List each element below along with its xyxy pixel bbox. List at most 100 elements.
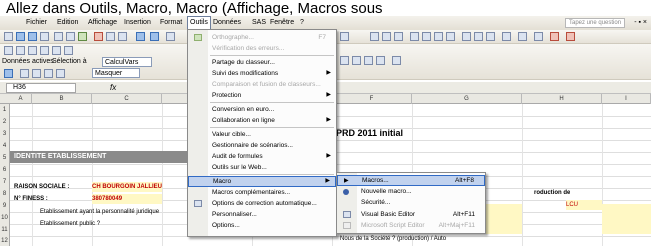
- menu-help[interactable]: ?: [298, 16, 306, 30]
- submenu-item-macros[interactable]: ▶ Macros... Alt+F8: [337, 175, 485, 186]
- column-header[interactable]: B: [32, 94, 92, 104]
- help-icon[interactable]: [392, 56, 401, 65]
- row-header[interactable]: 8: [0, 188, 9, 200]
- bold-icon[interactable]: [370, 32, 379, 41]
- menu-item-correction-auto[interactable]: Options de correction automatique...: [188, 198, 336, 209]
- column-header[interactable]: F: [332, 94, 412, 104]
- row-header[interactable]: 2: [0, 116, 9, 128]
- font-color-icon[interactable]: [566, 32, 575, 41]
- menu-item-comparaison[interactable]: Comparaison et fusion de classeurs...: [188, 79, 336, 90]
- menu-item-outils-web[interactable]: Outils sur le Web...: [188, 162, 336, 173]
- row-header[interactable]: 10: [0, 212, 9, 224]
- preview-icon[interactable]: [66, 32, 75, 41]
- filter-icon[interactable]: [40, 46, 49, 55]
- grid-icon[interactable]: [340, 56, 349, 65]
- fill-color-icon[interactable]: [550, 32, 559, 41]
- underline-icon[interactable]: [394, 32, 403, 41]
- lcu-value[interactable]: LCU: [566, 200, 602, 210]
- menu-item-audit[interactable]: Audit de formules ▶: [188, 151, 336, 162]
- borders-icon[interactable]: [534, 32, 543, 41]
- menu-item-macro[interactable]: Macro ▶: [188, 176, 336, 187]
- yellow-input-area[interactable]: [602, 204, 651, 234]
- submenu-item-vb-editor[interactable]: Visual Basic Editor Alt+F11: [337, 209, 485, 220]
- nav-next-icon[interactable]: [44, 69, 53, 78]
- row-header[interactable]: 9: [0, 200, 9, 212]
- thousands-icon[interactable]: [486, 32, 495, 41]
- refresh-icon[interactable]: [52, 46, 61, 55]
- row-header[interactable]: 11: [0, 224, 9, 236]
- name-box[interactable]: H36: [6, 83, 76, 93]
- save-icon[interactable]: [28, 32, 37, 41]
- column-header[interactable]: A: [10, 94, 32, 104]
- row-header[interactable]: 6: [0, 164, 9, 176]
- menu-item-macros-complementaires[interactable]: Macros complémentaires...: [188, 187, 336, 198]
- pivot-icon[interactable]: [4, 46, 13, 55]
- menu-outils[interactable]: Outils: [187, 16, 211, 30]
- list-icon[interactable]: [364, 56, 373, 65]
- fx-icon[interactable]: fx: [110, 83, 116, 92]
- submenu-item-securite[interactable]: Sécurité...: [337, 197, 485, 208]
- new-icon[interactable]: [4, 32, 13, 41]
- menu-item-orthographe[interactable]: Orthographe... F7: [188, 32, 336, 43]
- align-right-icon[interactable]: [434, 32, 443, 41]
- copy-icon[interactable]: [106, 32, 115, 41]
- masquer-combo[interactable]: Masquer: [92, 68, 140, 78]
- style-icon[interactable]: [376, 56, 385, 65]
- menu-item-collaboration[interactable]: Collaboration en ligne ▶: [188, 115, 336, 126]
- align-left-icon[interactable]: [410, 32, 419, 41]
- link-icon[interactable]: [166, 32, 175, 41]
- help-search-input[interactable]: Tapez une question: [565, 18, 625, 28]
- sort-icon[interactable]: [28, 46, 37, 55]
- menu-donnees[interactable]: Données: [211, 16, 243, 30]
- calc-vars-dropdown[interactable]: CalculVars: [102, 57, 152, 67]
- print-icon[interactable]: [54, 32, 63, 41]
- permission-icon[interactable]: [40, 32, 49, 41]
- cut-icon[interactable]: [94, 32, 103, 41]
- row-header[interactable]: 1: [0, 104, 9, 116]
- table-icon[interactable]: [352, 56, 361, 65]
- menu-format[interactable]: Format: [158, 16, 184, 30]
- align-center-icon[interactable]: [422, 32, 431, 41]
- paste-icon[interactable]: [118, 32, 127, 41]
- spelling-icon[interactable]: [78, 32, 87, 41]
- nav-prev-icon[interactable]: [32, 69, 41, 78]
- menu-sas[interactable]: SAS: [250, 16, 268, 30]
- menu-item-protection[interactable]: Protection ▶: [188, 90, 336, 101]
- menu-insertion[interactable]: Insertion: [122, 16, 153, 30]
- query-icon[interactable]: [64, 46, 73, 55]
- column-header[interactable]: C: [92, 94, 162, 104]
- menu-item-personnaliser[interactable]: Personnaliser...: [188, 209, 336, 220]
- menu-edition[interactable]: Edition: [55, 16, 80, 30]
- menu-item-suivi-modifications[interactable]: Suivi des modifications ▶: [188, 68, 336, 79]
- menu-item-conversion-euro[interactable]: Conversion en euro...: [188, 104, 336, 115]
- percent-icon[interactable]: [474, 32, 483, 41]
- nav-last-icon[interactable]: [56, 69, 65, 78]
- menu-item-verification-erreurs[interactable]: Vérification des erreurs...: [188, 43, 336, 54]
- font-size-combo[interactable]: [340, 32, 349, 41]
- indent-icon[interactable]: [518, 32, 527, 41]
- redo-icon[interactable]: [150, 32, 159, 41]
- chart-icon[interactable]: [16, 46, 25, 55]
- row-header[interactable]: 12: [0, 236, 9, 246]
- currency-icon[interactable]: [462, 32, 471, 41]
- undo-icon[interactable]: [136, 32, 145, 41]
- submenu-item-nouvelle-macro[interactable]: Nouvelle macro...: [337, 186, 485, 197]
- column-header[interactable]: H: [522, 94, 602, 104]
- column-header[interactable]: I: [602, 94, 651, 104]
- submenu-item-script-editor[interactable]: Microsoft Script Editor Alt+Maj+F11: [337, 220, 485, 231]
- merge-icon[interactable]: [446, 32, 455, 41]
- nav-first-icon[interactable]: [20, 69, 29, 78]
- row-header[interactable]: 5: [0, 152, 9, 164]
- open-icon[interactable]: [16, 32, 25, 41]
- menu-item-partage[interactable]: Partage du classeur...: [188, 57, 336, 68]
- italic-icon[interactable]: [382, 32, 391, 41]
- window-controls[interactable]: - ▪ ×: [634, 16, 647, 30]
- menu-affichage[interactable]: Affichage: [86, 16, 119, 30]
- menu-fichier[interactable]: Fichier: [24, 16, 49, 30]
- menu-item-options[interactable]: Options...: [188, 220, 336, 231]
- raison-sociale-value[interactable]: CH BOURGOIN JALLIEU: [92, 182, 162, 192]
- finess-value[interactable]: 380780049: [92, 194, 162, 204]
- row-header[interactable]: 4: [0, 140, 9, 152]
- decimal-icon[interactable]: [502, 32, 511, 41]
- column-header[interactable]: G: [412, 94, 522, 104]
